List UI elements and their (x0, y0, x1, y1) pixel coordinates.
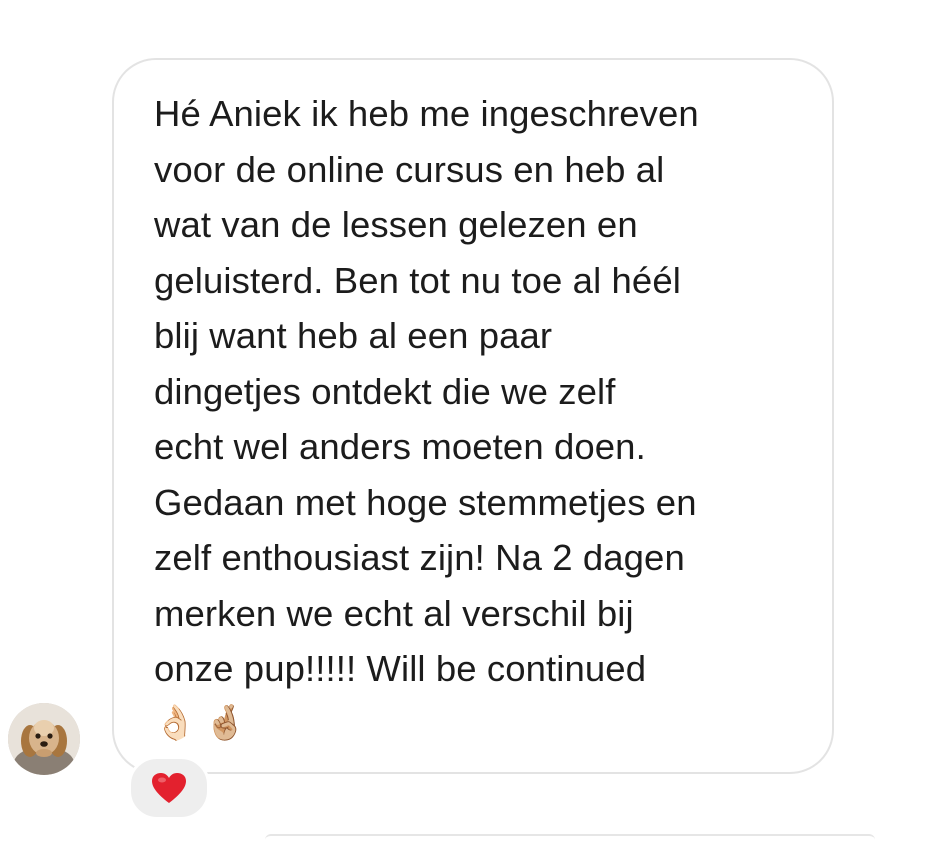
heart-reaction[interactable] (128, 756, 210, 820)
crossed-fingers-emoji-icon: 🤞🏼 (204, 703, 247, 742)
message-input-edge (265, 834, 875, 844)
message-bubble[interactable]: Hé Aniek ik heb me ingeschreven voor de … (112, 58, 834, 774)
previous-message-fragment (355, 0, 565, 4)
message-text: Hé Aniek ik heb me ingeschreven voor de … (154, 93, 699, 689)
ok-hand-emoji-icon: 👌🏻 (154, 703, 197, 742)
sender-avatar[interactable] (8, 703, 80, 775)
emoji-row: 👌🏻 🤞🏼 (154, 703, 792, 743)
dog-avatar-icon (8, 703, 80, 775)
red-heart-icon (152, 773, 186, 803)
